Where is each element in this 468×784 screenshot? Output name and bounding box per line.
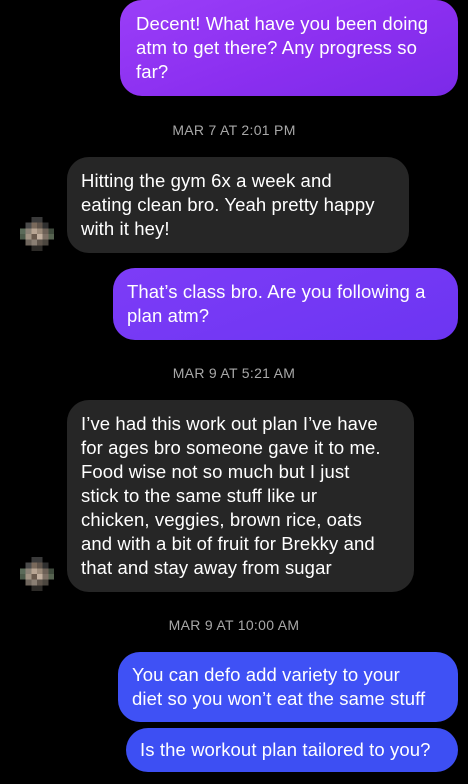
message-outgoing[interactable]: Decent! What have you been doing atm to … [120, 0, 458, 96]
message-timestamp: MAR 7 AT 2:01 PM [172, 122, 296, 138]
pixelated-avatar-icon[interactable] [20, 217, 54, 251]
message-timestamp: MAR 9 AT 10:00 AM [168, 617, 300, 633]
message-incoming[interactable]: I’ve had this work out plan I’ve have fo… [67, 400, 414, 592]
message-outgoing[interactable]: You can defo add variety to your diet so… [118, 652, 458, 722]
message-outgoing[interactable]: Is the workout plan tailored to you? [126, 728, 458, 772]
message-timestamp: MAR 9 AT 5:21 AM [172, 365, 296, 381]
message-outgoing[interactable]: That’s class bro. Are you following a pl… [113, 268, 458, 340]
pixelated-avatar-icon[interactable] [20, 557, 54, 591]
message-incoming[interactable]: Hitting the gym 6x a week and eating cle… [67, 157, 409, 253]
